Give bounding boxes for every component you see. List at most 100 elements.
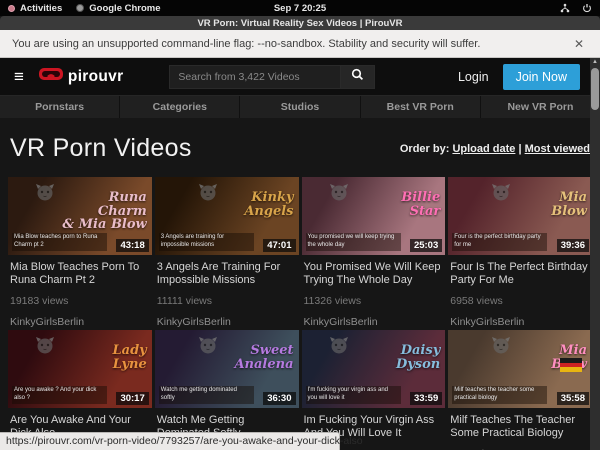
video-thumbnail[interactable]: Runa Charm & Mia Blow Mia Blow teaches p… (8, 177, 152, 255)
video-caption: Mia Blow Teaches Porn To Runa Charm Pt 2… (8, 255, 152, 330)
logo-text: pirouvr (68, 68, 124, 86)
video-card: Kinky Angels 3 Angels are training for i… (155, 177, 299, 330)
video-title[interactable]: Four Is The Perfect Birthday Party For M… (450, 261, 590, 287)
view-count: 6958 views (450, 295, 590, 307)
status-bar-url: https://pirouvr.com/vr-porn-video/779325… (0, 432, 340, 450)
video-title[interactable]: Mia Blow Teaches Porn To Runa Charm Pt 2 (10, 261, 150, 287)
video-thumbnail[interactable]: Mia Blow Milf teaches the teacher some p… (448, 330, 592, 408)
page-title: VR Porn Videos (10, 134, 192, 163)
studio-cat-mask-icon (34, 181, 56, 208)
thumbnail-model-name: Mia Blow (551, 191, 587, 218)
hamburger-menu-icon[interactable]: ≡ (14, 68, 24, 85)
thumbnail-subtitle: You promised we will keep trying the who… (306, 233, 401, 251)
page-scrollbar[interactable]: ▲ (590, 58, 600, 450)
thumbnail-subtitle: 3 Angels are training for impossible mis… (159, 233, 254, 251)
infobar-message: You are using an unsupported command-lin… (12, 38, 480, 50)
studio-cat-mask-icon (490, 181, 512, 208)
studio-link[interactable]: KinkyGirlsBerlin (157, 316, 297, 328)
video-title[interactable]: Milf Teaches The Teacher Some Practical … (450, 414, 590, 440)
video-thumbnail[interactable]: Sweet Analena Watch me getting dominated… (155, 330, 299, 408)
studio-link[interactable]: KinkyGirlsBerlin (304, 316, 444, 328)
studio-cat-mask-icon (328, 181, 350, 208)
nav-item[interactable]: Pornstars (0, 96, 120, 118)
duration-badge: 35:58 (557, 392, 589, 405)
studio-cat-mask-icon (197, 181, 219, 208)
order-upload-date-link[interactable]: Upload date (452, 143, 515, 155)
vr-goggles-icon (38, 67, 64, 86)
browser-title-bar[interactable]: VR Porn: Virtual Reality Sex Videos | Pi… (0, 16, 600, 30)
unsupported-flag-infobar: You are using an unsupported command-lin… (0, 30, 600, 58)
thumbnail-subtitle: Milf teaches the teacher some practical … (452, 386, 547, 404)
thumbnail-subtitle: Watch me getting dominated softly (159, 386, 254, 404)
main-content: VR Porn Videos Order by: Upload date | M… (0, 134, 600, 450)
desktop-screen: Activities Google Chrome Sep 7 20:25 VR … (0, 0, 600, 450)
search-bar (169, 65, 375, 89)
activities-label: Activities (20, 3, 62, 14)
order-by-controls: Order by: Upload date | Most viewed (400, 143, 590, 155)
video-thumbnail[interactable]: Daisy Dyson I'm fucking your virgin ass … (302, 330, 446, 408)
video-card: Mia Blow Four is the perfect birthday pa… (448, 177, 592, 330)
power-icon[interactable] (582, 3, 592, 13)
video-card: Billie Star You promised we will keep tr… (302, 177, 446, 330)
login-link[interactable]: Login (458, 70, 489, 84)
chrome-icon (76, 4, 84, 12)
view-count: 19183 views (10, 295, 150, 307)
network-icon[interactable] (560, 3, 570, 13)
thumbnail-subtitle: Are you awake ? And your dick also ? (12, 386, 107, 404)
video-card: Mia Blow Milf teaches the teacher some p… (448, 330, 592, 450)
duration-badge: 33:59 (410, 392, 442, 405)
scrollbar-thumb[interactable] (591, 68, 599, 110)
scroll-up-arrow-icon[interactable]: ▲ (590, 58, 600, 66)
video-grid: Runa Charm & Mia Blow Mia Blow teaches p… (8, 177, 592, 450)
video-caption: Milf Teaches The Teacher Some Practical … (448, 408, 592, 450)
main-nav: PornstarsCategoriesStudiosBest VR PornNe… (0, 95, 600, 118)
video-caption: You Promised We Will Keep Trying The Who… (302, 255, 446, 330)
search-icon (351, 68, 364, 86)
record-indicator-icon (8, 5, 15, 12)
video-thumbnail[interactable]: Mia Blow Four is the perfect birthday pa… (448, 177, 592, 255)
close-icon[interactable]: ✕ (570, 37, 588, 51)
studio-link[interactable]: KinkyGirlsBerlin (10, 316, 150, 328)
duration-badge: 25:03 (410, 239, 442, 252)
nav-item[interactable]: Best VR Porn (361, 96, 481, 118)
site-logo[interactable]: pirouvr (38, 67, 124, 86)
duration-badge: 30:17 (116, 392, 148, 405)
view-count: 11326 views (304, 295, 444, 307)
video-title[interactable]: 3 Angels Are Training For Impossible Mis… (157, 261, 297, 287)
thumbnail-subtitle: Mia Blow teaches porn to Runa Charm pt 2 (12, 233, 107, 251)
german-flag-icon (560, 358, 582, 372)
video-caption: Four Is The Perfect Birthday Party For M… (448, 255, 592, 330)
thumbnail-model-name: Billie Star (401, 191, 440, 218)
thumbnail-model-name: Daisy Dyson (396, 344, 440, 371)
duration-badge: 39:36 (557, 239, 589, 252)
studio-cat-mask-icon (328, 334, 350, 361)
studio-cat-mask-icon (34, 334, 56, 361)
thumbnail-model-name: Lady Lyne (113, 344, 147, 371)
app-name-label: Google Chrome (89, 3, 160, 14)
video-thumbnail[interactable]: Kinky Angels 3 Angels are training for i… (155, 177, 299, 255)
thumbnail-subtitle: I'm fucking your virgin ass and you will… (306, 386, 401, 404)
video-thumbnail[interactable]: Billie Star You promised we will keep tr… (302, 177, 446, 255)
studio-cat-mask-icon (197, 334, 219, 361)
order-most-viewed-link[interactable]: Most viewed (525, 143, 590, 155)
video-card: Runa Charm & Mia Blow Mia Blow teaches p… (8, 177, 152, 330)
system-top-bar: Activities Google Chrome Sep 7 20:25 (0, 0, 600, 16)
thumbnail-model-name: Kinky Angels (244, 191, 293, 218)
activities-button[interactable]: Activities (8, 3, 62, 14)
tab-title: VR Porn: Virtual Reality Sex Videos | Pi… (197, 18, 402, 29)
search-button[interactable] (341, 65, 375, 89)
nav-item[interactable]: New VR Porn (481, 96, 600, 118)
active-app-menu[interactable]: Google Chrome (76, 3, 160, 14)
duration-badge: 36:30 (263, 392, 295, 405)
duration-badge: 47:01 (263, 239, 295, 252)
nav-item[interactable]: Categories (120, 96, 240, 118)
nav-item[interactable]: Studios (240, 96, 360, 118)
thumbnail-model-name: Runa Charm & Mia Blow (62, 191, 146, 232)
site-header: ≡ pirouvr Login Join Now (0, 58, 600, 95)
search-input[interactable] (169, 65, 341, 89)
order-by-label: Order by: (400, 143, 450, 155)
video-thumbnail[interactable]: Lady Lyne Are you awake ? And your dick … (8, 330, 152, 408)
studio-link[interactable]: KinkyGirlsBerlin (450, 316, 590, 328)
video-title[interactable]: You Promised We Will Keep Trying The Who… (304, 261, 444, 287)
join-now-button[interactable]: Join Now (503, 64, 580, 90)
